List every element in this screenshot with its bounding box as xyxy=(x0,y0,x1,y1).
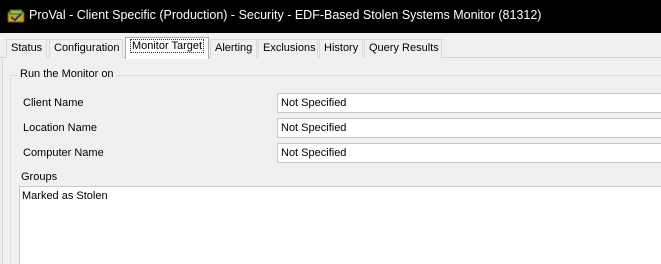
groups-textarea[interactable]: Marked as Stolen xyxy=(19,186,661,264)
tab-configuration-label: Configuration xyxy=(54,42,120,54)
tab-exclusions[interactable]: Exclusions xyxy=(258,39,318,58)
tab-alerting-label: Alerting xyxy=(215,42,253,54)
tab-monitor-target-label: Monitor Target xyxy=(129,39,205,53)
tab-strip: Status Configuration Monitor Target Aler… xyxy=(0,37,661,59)
groups-value: Marked as Stolen xyxy=(22,190,108,202)
tab-status-label: Status xyxy=(11,42,43,54)
client-name-field[interactable]: Not Specified xyxy=(277,93,661,113)
app-icon xyxy=(7,9,25,24)
tab-query-results-label: Query Results xyxy=(369,42,439,54)
client-name-label: Client Name xyxy=(23,97,84,109)
computer-name-label: Computer Name xyxy=(23,147,104,159)
location-name-label: Location Name xyxy=(23,122,97,134)
tab-history-label: History xyxy=(324,42,359,54)
groups-label: Groups xyxy=(21,171,58,183)
computer-name-field[interactable]: Not Specified xyxy=(277,143,661,163)
tab-configuration[interactable]: Configuration xyxy=(49,39,123,58)
title-bar: ProVal - Client Specific (Production) - … xyxy=(0,0,661,33)
window-title: ProVal - Client Specific (Production) - … xyxy=(29,8,542,22)
tab-monitor-target[interactable]: Monitor Target xyxy=(125,37,209,59)
tab-query-results[interactable]: Query Results xyxy=(364,39,442,58)
tab-alerting[interactable]: Alerting xyxy=(210,39,257,58)
tab-exclusions-label: Exclusions xyxy=(263,42,316,54)
tab-status[interactable]: Status xyxy=(6,39,47,58)
tab-history[interactable]: History xyxy=(319,39,363,58)
groupbox-title: Run the Monitor on xyxy=(18,68,116,80)
location-name-field[interactable]: Not Specified xyxy=(277,118,661,138)
